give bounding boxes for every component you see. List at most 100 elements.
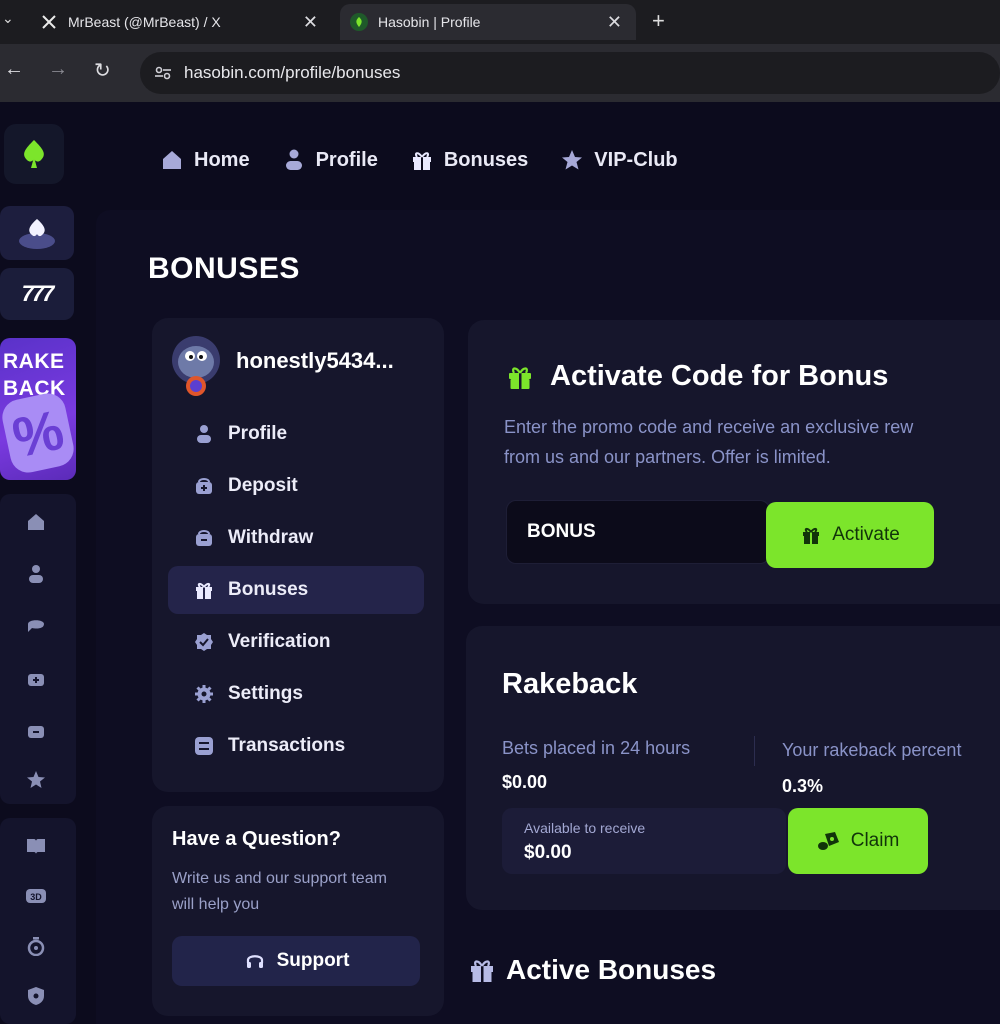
topnav-label: VIP-Club bbox=[594, 148, 678, 171]
url-text: hasobin.com/profile/bonuses bbox=[184, 63, 401, 82]
support-button[interactable]: Support bbox=[172, 936, 420, 986]
rail-user-icon[interactable] bbox=[22, 560, 50, 588]
active-bonuses-heading: Active Bonuses bbox=[468, 954, 716, 986]
hasobin-favicon-icon bbox=[350, 13, 368, 31]
activate-button-label: Activate bbox=[832, 524, 900, 545]
avatar[interactable] bbox=[170, 336, 222, 398]
close-tab-icon[interactable]: ✕ bbox=[303, 12, 318, 33]
rail-home-icon[interactable] bbox=[22, 508, 50, 536]
help-card: Have a Question? Write us and our suppor… bbox=[152, 806, 444, 1016]
topnav-label: Home bbox=[194, 148, 250, 171]
user-icon bbox=[192, 422, 216, 446]
rakeback-percent-label: Your rakeback percent bbox=[782, 740, 962, 760]
address-bar[interactable]: hasobin.com/profile/bonuses bbox=[140, 52, 1000, 94]
gift-icon bbox=[410, 148, 434, 172]
tab-title: MrBeast (@MrBeast) / X bbox=[68, 14, 221, 30]
rail-shield-icon[interactable] bbox=[22, 982, 50, 1010]
topnav-label: Bonuses bbox=[443, 148, 529, 171]
rakeback-percent-value: 0.3% bbox=[782, 776, 824, 796]
svg-text:3D: 3D bbox=[30, 892, 42, 902]
topnav-home[interactable]: Home bbox=[160, 148, 250, 172]
topnav-profile[interactable]: Profile bbox=[282, 148, 378, 172]
bets-placed-value: $0.00 bbox=[502, 772, 548, 792]
topnav-label: Profile bbox=[315, 148, 378, 171]
rail-poker-game[interactable] bbox=[0, 206, 74, 260]
rail-nav-group bbox=[0, 494, 76, 804]
menu-item-label: Settings bbox=[228, 683, 303, 704]
menu-item-label: Verification bbox=[228, 631, 331, 652]
menu-item-label: Profile bbox=[228, 423, 288, 444]
wallet-minus-icon bbox=[192, 526, 216, 550]
menu-item-bonuses[interactable]: Bonuses bbox=[168, 566, 424, 614]
reload-icon[interactable]: ↻ bbox=[94, 58, 111, 83]
menu-item-verification[interactable]: Verification bbox=[168, 618, 424, 666]
slots-777-icon: 777 bbox=[21, 281, 55, 306]
topnav-bonuses[interactable]: Bonuses bbox=[410, 148, 528, 172]
spade-logo-icon bbox=[24, 140, 44, 168]
new-tab-plus-icon[interactable]: + bbox=[652, 8, 665, 34]
rail-info-group: 3D bbox=[0, 818, 76, 1024]
coins-icon bbox=[817, 829, 841, 853]
rail-book-icon[interactable] bbox=[22, 832, 50, 860]
promo-code-input[interactable]: BONUS bbox=[506, 500, 770, 564]
menu-item-transactions[interactable]: Transactions bbox=[168, 722, 424, 770]
activate-code-card: Activate Code for Bonus Enter the promo … bbox=[468, 320, 1000, 604]
page: 777 RAKE BACK % 3D Home Profile Bonuses … bbox=[0, 102, 1000, 1024]
rail-chat-icon[interactable] bbox=[22, 612, 50, 640]
username: honestly5434... bbox=[236, 348, 394, 373]
activate-code-description: Enter the promo code and receive an excl… bbox=[504, 412, 1000, 472]
menu-item-deposit[interactable]: Deposit bbox=[168, 462, 424, 510]
menu-item-withdraw[interactable]: Withdraw bbox=[168, 514, 424, 562]
list-icon bbox=[192, 734, 216, 758]
available-label: Available to receive bbox=[524, 820, 646, 836]
claim-button[interactable]: Claim bbox=[788, 808, 928, 874]
verified-badge-icon bbox=[192, 630, 216, 654]
activate-code-title-text: Activate Code for Bonus bbox=[550, 360, 889, 392]
rakeback-title: Rakeback bbox=[502, 668, 638, 700]
gear-icon bbox=[192, 682, 216, 706]
rakeback-promo-card[interactable]: RAKE BACK % bbox=[0, 338, 76, 480]
menu-item-label: Withdraw bbox=[228, 527, 314, 548]
rail-withdraw-icon[interactable] bbox=[22, 716, 50, 744]
tab-search-chevron-icon[interactable]: ⌄ bbox=[2, 10, 14, 27]
site-settings-icon[interactable] bbox=[152, 62, 174, 84]
menu-item-label: Deposit bbox=[228, 475, 298, 496]
menu-item-label: Bonuses bbox=[228, 579, 309, 600]
menu-item-label: Transactions bbox=[228, 735, 346, 756]
menu-item-settings[interactable]: Settings bbox=[168, 670, 424, 718]
help-title: Have a Question? bbox=[172, 828, 341, 850]
browser-tab-mrbeast[interactable]: MrBeast (@MrBeast) / X ✕ bbox=[40, 4, 332, 40]
spade-chip-icon bbox=[19, 219, 55, 249]
x-logo-icon bbox=[40, 13, 58, 31]
available-to-receive-box: Available to receive $0.00 bbox=[502, 808, 786, 874]
wallet-plus-icon bbox=[192, 474, 216, 498]
rail-vip-star-icon[interactable] bbox=[22, 766, 50, 794]
activate-button[interactable]: Activate bbox=[766, 502, 934, 568]
gift-icon bbox=[468, 956, 496, 984]
rail-deposit-icon[interactable] bbox=[22, 664, 50, 692]
close-tab-icon[interactable]: ✕ bbox=[607, 12, 622, 33]
home-icon bbox=[160, 148, 184, 172]
back-arrow-icon[interactable]: ← bbox=[4, 58, 24, 81]
menu-item-profile[interactable]: Profile bbox=[168, 410, 424, 458]
topnav-vip-club[interactable]: VIP-Club bbox=[560, 148, 678, 172]
forward-arrow-icon[interactable]: → bbox=[48, 58, 68, 81]
support-button-label: Support bbox=[276, 950, 350, 971]
activate-code-title: Activate Code for Bonus bbox=[506, 360, 888, 393]
available-value: $0.00 bbox=[524, 842, 572, 863]
profile-menu-card: honestly5434... Profile Deposit Withdraw… bbox=[152, 318, 444, 792]
rail-slots-game[interactable]: 777 bbox=[0, 268, 74, 320]
rail-3d-icon[interactable]: 3D bbox=[22, 882, 50, 910]
activate-code-description-line2: from us and our partners. Offer is limit… bbox=[504, 447, 831, 467]
rail-timer-icon[interactable] bbox=[22, 932, 50, 960]
active-bonuses-title: Active Bonuses bbox=[506, 954, 717, 985]
site-logo[interactable] bbox=[4, 124, 64, 184]
claim-button-label: Claim bbox=[850, 830, 900, 851]
percent-icon: % bbox=[0, 390, 76, 476]
user-icon bbox=[282, 148, 306, 172]
gift-icon bbox=[506, 363, 534, 391]
stat-divider bbox=[754, 736, 755, 766]
bets-placed-label: Bets placed in 24 hours bbox=[502, 738, 691, 758]
browser-tab-hasobin[interactable]: Hasobin | Profile ✕ bbox=[340, 4, 636, 40]
help-text: Write us and our support team will help … bbox=[172, 870, 387, 913]
